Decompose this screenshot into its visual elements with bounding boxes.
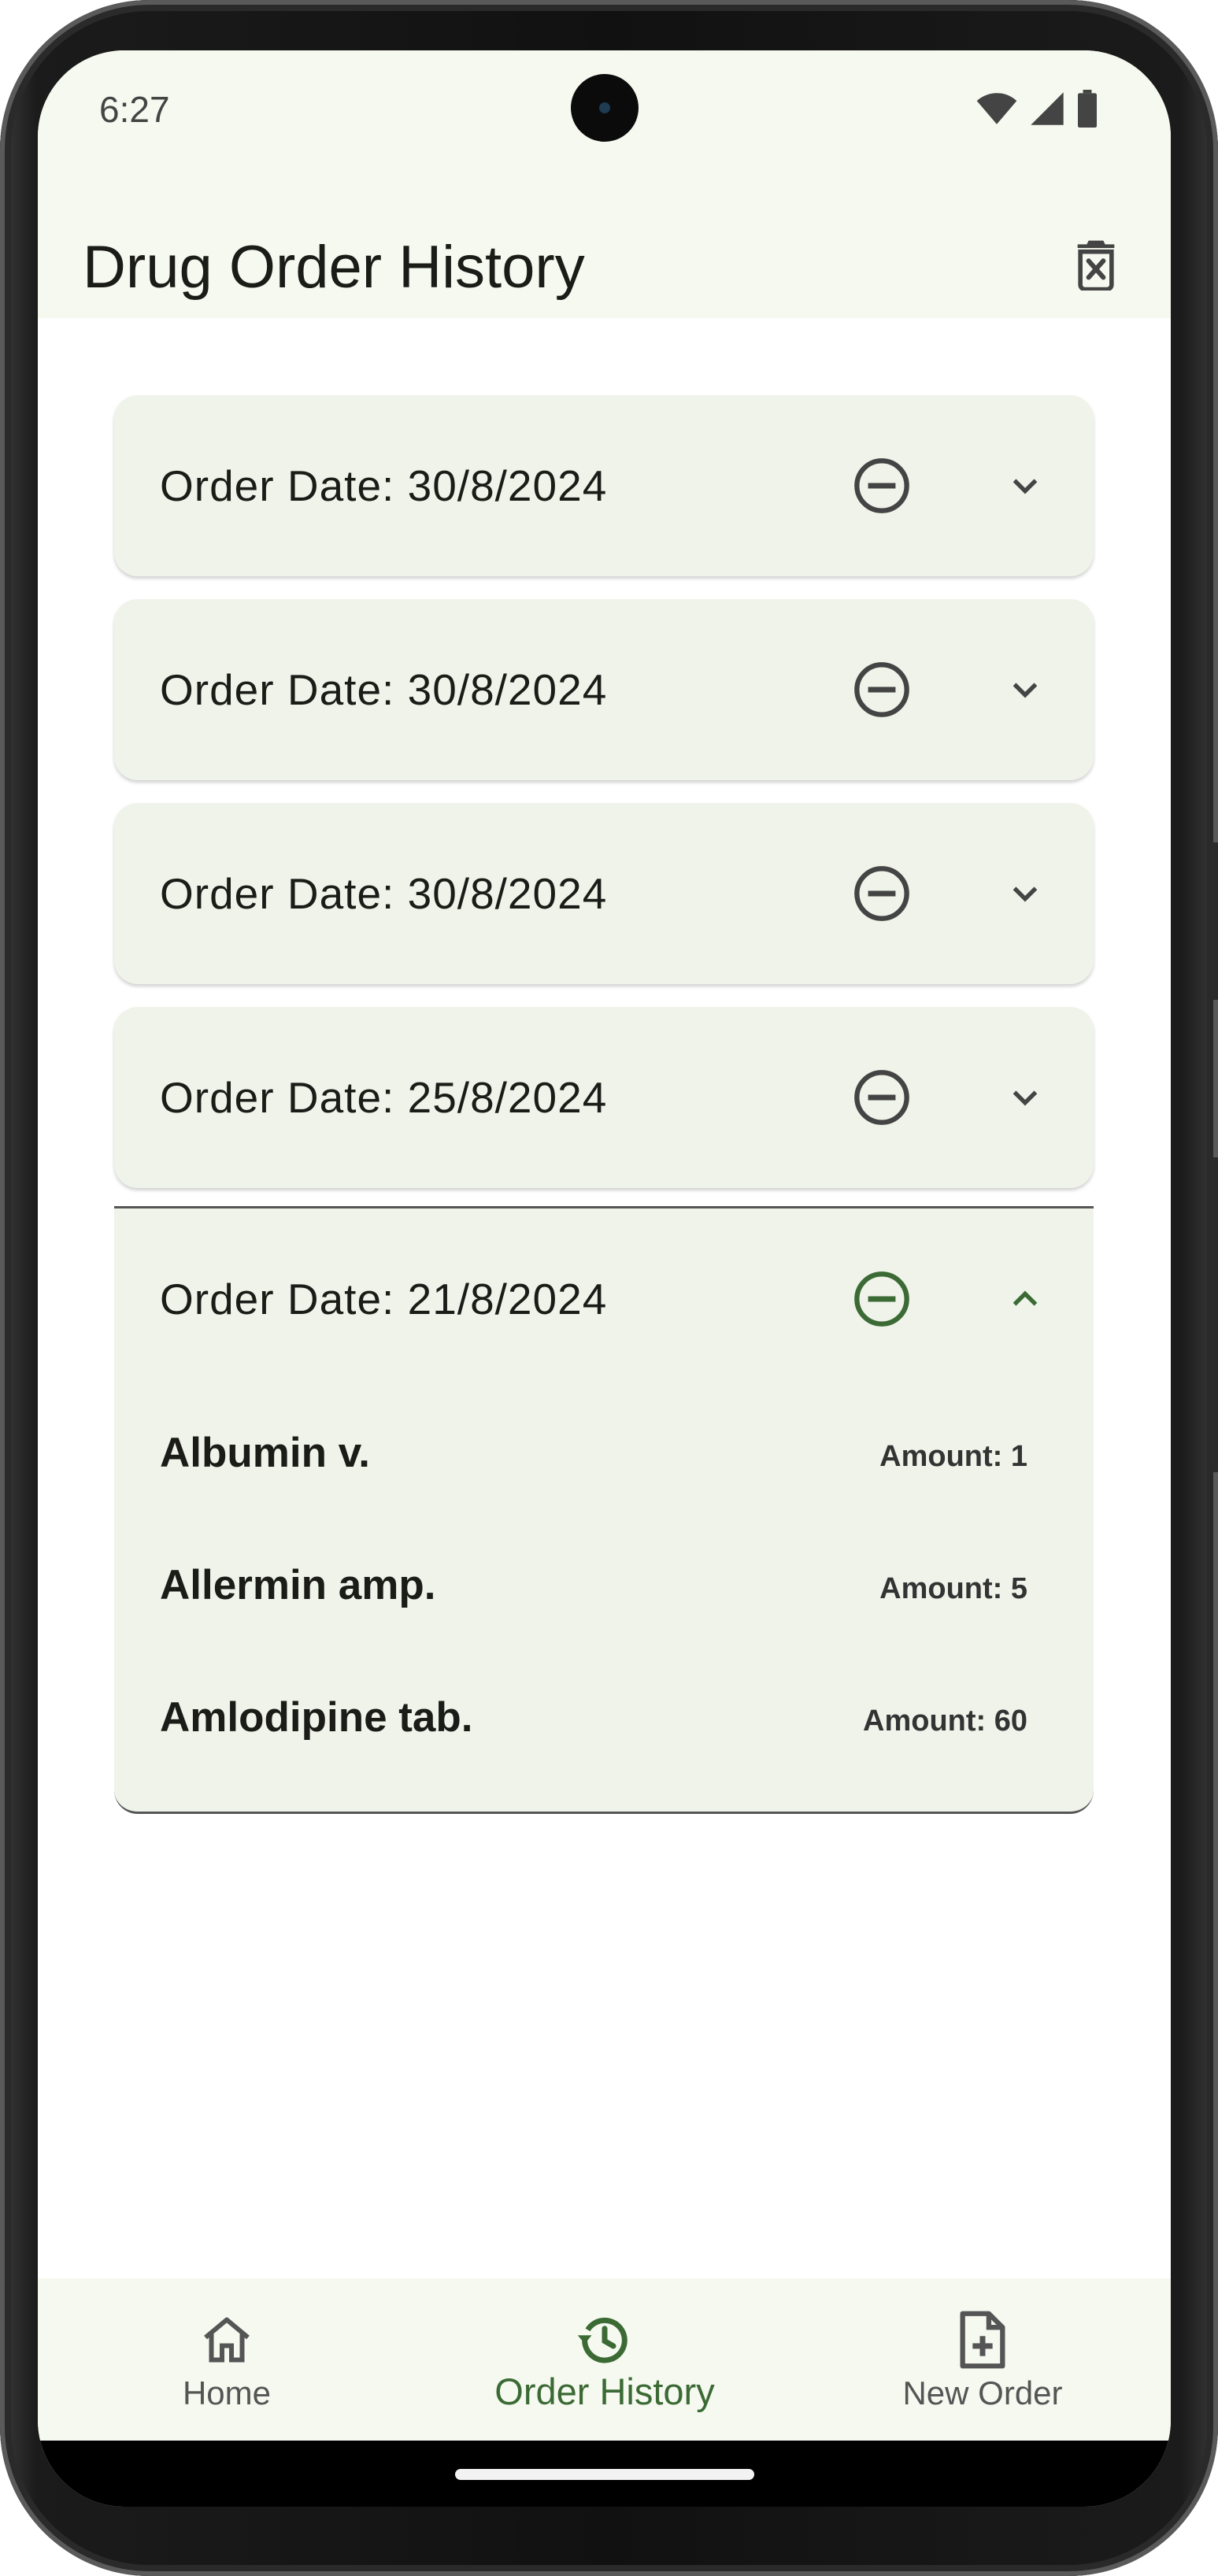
nav-label: Order History — [494, 2371, 715, 2412]
remove-circle-icon — [854, 458, 909, 513]
nav-order-history[interactable]: Order History — [416, 2278, 794, 2441]
order-items: Albumin v. Amount: 1 Allermin amp. Amoun… — [114, 1390, 1094, 1786]
remove-circle-icon — [854, 866, 909, 921]
drug-amount: Amount: 5 — [879, 1572, 1027, 1605]
note-add-icon — [950, 2307, 1016, 2373]
remove-circle-icon — [854, 1070, 909, 1125]
home-indicator[interactable] — [455, 2469, 754, 2480]
expand-order-button[interactable] — [993, 657, 1057, 722]
remove-order-button[interactable] — [850, 453, 914, 518]
list-item: Albumin v. Amount: 1 — [114, 1390, 1094, 1522]
delete-forever-icon — [1077, 240, 1115, 291]
home-icon — [194, 2307, 260, 2373]
power-button — [1210, 842, 1218, 1000]
expand-order-button[interactable] — [993, 453, 1057, 518]
order-card-expanded: Order Date: 21/8/2024 Albumin v. Amount:… — [114, 1206, 1094, 1814]
wifi-icon — [976, 93, 1017, 124]
order-header[interactable]: Order Date: 21/8/2024 — [114, 1208, 1094, 1390]
order-date: Order Date: 21/8/2024 — [160, 1275, 608, 1323]
screen: 6:27 Drug Order History Order Date: 30/8… — [38, 50, 1171, 2507]
status-time: 6:27 — [99, 89, 170, 130]
remove-circle-icon — [854, 662, 909, 717]
nav-new-order[interactable]: New Order — [794, 2278, 1171, 2441]
phone-frame: 6:27 Drug Order History Order Date: 30/8… — [0, 0, 1218, 2576]
remove-order-button[interactable] — [850, 1065, 914, 1130]
drug-name: Allermin amp. — [160, 1562, 436, 1608]
nav-home[interactable]: Home — [38, 2278, 416, 2441]
order-header[interactable]: Order Date: 30/8/2024 — [114, 395, 1094, 576]
front-camera — [571, 74, 639, 142]
history-icon — [572, 2307, 638, 2373]
bottom-navigation: Home Order History New Order — [38, 2278, 1171, 2441]
order-card: Order Date: 30/8/2024 — [114, 599, 1094, 780]
nav-label: New Order — [902, 2374, 1063, 2411]
list-item: Amlodipine tab. Amount: 60 — [114, 1654, 1094, 1786]
order-card: Order Date: 30/8/2024 — [114, 803, 1094, 984]
order-date: Order Date: 30/8/2024 — [160, 869, 608, 918]
app-bar: Drug Order History — [38, 161, 1171, 318]
delete-all-button[interactable] — [1064, 233, 1127, 296]
order-card: Order Date: 30/8/2024 — [114, 395, 1094, 576]
status-icons — [976, 90, 1098, 128]
chevron-down-icon — [1013, 886, 1038, 902]
remove-order-button[interactable] — [850, 1267, 914, 1331]
order-header[interactable]: Order Date: 30/8/2024 — [114, 599, 1094, 780]
expand-order-button[interactable] — [993, 1065, 1057, 1130]
order-card: Order Date: 25/8/2024 — [114, 1007, 1094, 1188]
remove-order-button[interactable] — [850, 861, 914, 926]
nav-label: Home — [182, 2374, 272, 2411]
chevron-down-icon — [1013, 1090, 1038, 1106]
cellular-signal-icon — [1031, 92, 1064, 125]
drug-name: Amlodipine tab. — [160, 1694, 473, 1741]
order-header[interactable]: Order Date: 25/8/2024 — [114, 1007, 1094, 1188]
order-date: Order Date: 30/8/2024 — [160, 665, 608, 714]
list-item: Allermin amp. Amount: 5 — [114, 1522, 1094, 1654]
order-date: Order Date: 25/8/2024 — [160, 1073, 608, 1122]
remove-circle-icon — [854, 1271, 909, 1327]
collapse-order-button[interactable] — [993, 1267, 1057, 1331]
chevron-down-icon — [1013, 683, 1038, 698]
battery-icon — [1078, 90, 1097, 128]
order-list: Order Date: 30/8/2024 Order Date: 30/8/2… — [114, 395, 1094, 1837]
remove-order-button[interactable] — [850, 657, 914, 722]
volume-button — [1210, 1157, 1218, 1472]
order-header[interactable]: Order Date: 30/8/2024 — [114, 803, 1094, 984]
chevron-up-icon — [1013, 1290, 1038, 1306]
chevron-down-icon — [1013, 479, 1038, 494]
drug-amount: Amount: 60 — [863, 1704, 1027, 1738]
order-date: Order Date: 30/8/2024 — [160, 461, 608, 510]
page-title: Drug Order History — [83, 234, 585, 301]
drug-amount: Amount: 1 — [879, 1440, 1027, 1473]
expand-order-button[interactable] — [993, 861, 1057, 926]
drug-name: Albumin v. — [160, 1430, 370, 1476]
